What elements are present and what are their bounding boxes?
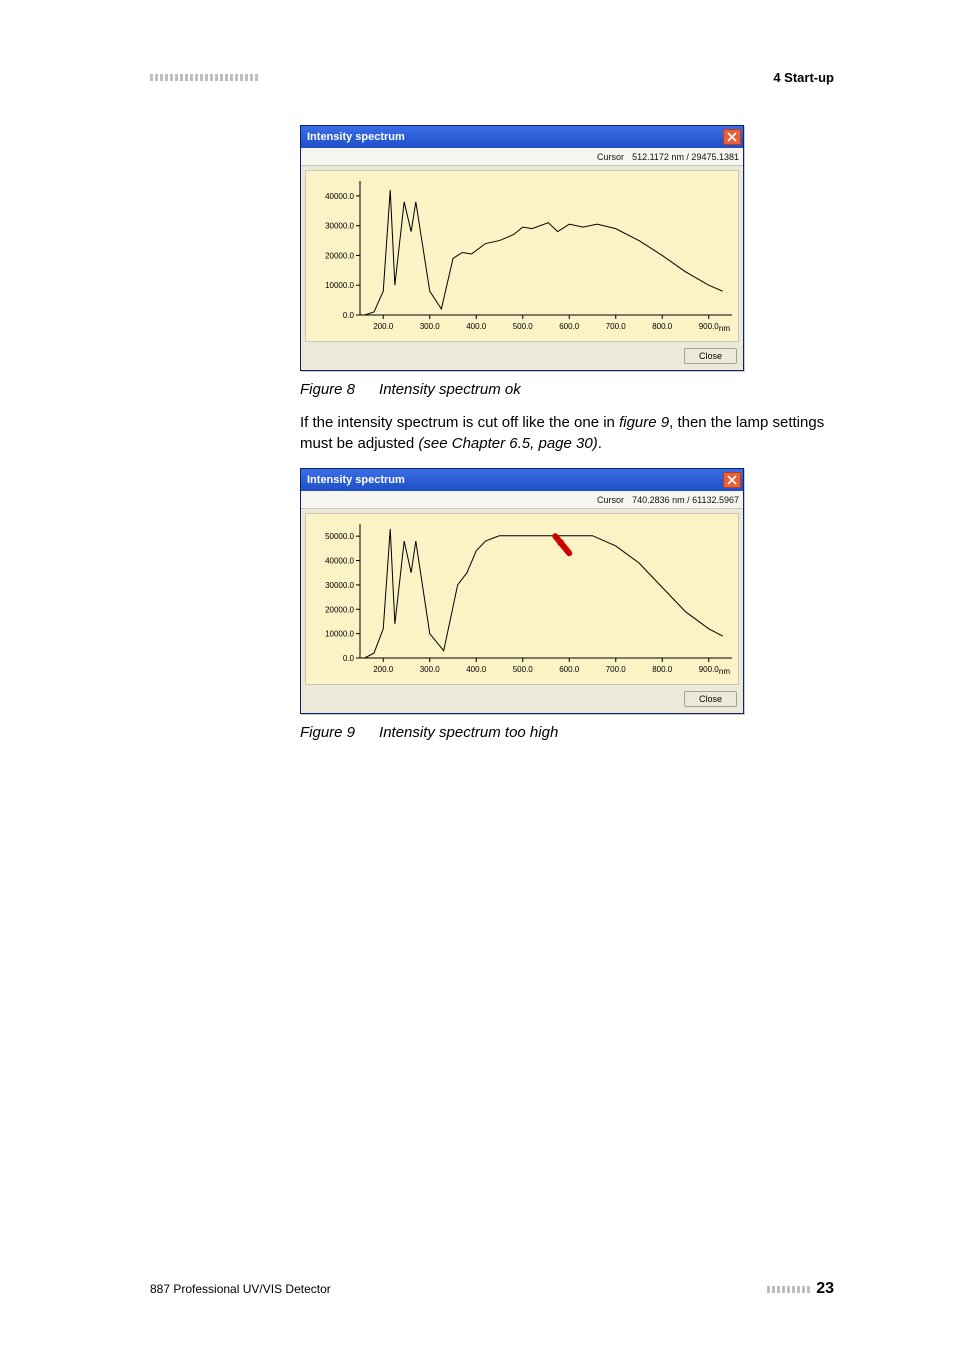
svg-text:50000.0: 50000.0 [325,532,354,541]
svg-text:500.0: 500.0 [513,322,534,331]
close-button[interactable]: Close [684,691,737,707]
svg-text:800.0: 800.0 [652,322,673,331]
paragraph-lamp-settings: If the intensity spectrum is cut off lik… [300,412,834,454]
svg-text:20000.0: 20000.0 [325,251,354,260]
window-title: Intensity spectrum [307,474,405,486]
svg-text:600.0: 600.0 [559,665,580,674]
close-icon[interactable] [723,129,741,145]
svg-text:40000.0: 40000.0 [325,192,354,201]
svg-text:30000.0: 30000.0 [325,222,354,231]
svg-text:nm: nm [719,667,730,676]
cursor-readout: Cursor 512.1172 nm / 29475.1381 [301,148,743,166]
svg-text:0.0: 0.0 [343,311,355,320]
svg-text:200.0: 200.0 [373,322,394,331]
svg-text:700.0: 700.0 [606,665,627,674]
window-intensity-spectrum-ok: Intensity spectrum Cursor 512.1172 nm / … [300,125,744,371]
figure-9-caption: Figure 9Intensity spectrum too high [300,724,834,741]
figure-9: Intensity spectrum Cursor 740.2836 nm / … [300,468,834,741]
titlebar: Intensity spectrum [301,126,743,148]
cursor-value: 512.1172 nm / 29475.1381 [632,152,739,162]
titlebar: Intensity spectrum [301,469,743,491]
page-number: 23 [767,1280,834,1298]
close-icon[interactable] [723,472,741,488]
cursor-label: Cursor [597,495,624,505]
svg-text:0.0: 0.0 [343,654,355,663]
svg-text:500.0: 500.0 [513,665,534,674]
svg-text:20000.0: 20000.0 [325,605,354,614]
svg-text:400.0: 400.0 [466,322,487,331]
svg-text:200.0: 200.0 [373,665,394,674]
svg-text:nm: nm [719,324,730,333]
cursor-label: Cursor [597,152,624,162]
button-row: Close [301,346,743,370]
header-dashes-left [150,74,258,81]
cursor-value: 740.2836 nm / 61132.5967 [632,495,739,505]
footer-dashes [767,1286,810,1293]
svg-text:800.0: 800.0 [652,665,673,674]
svg-text:40000.0: 40000.0 [325,557,354,566]
window-title: Intensity spectrum [307,131,405,143]
page-footer: 887 Professional UV/VIS Detector 23 [150,1280,834,1298]
svg-text:900.0: 900.0 [699,665,720,674]
window-intensity-spectrum-too-high: Intensity spectrum Cursor 740.2836 nm / … [300,468,744,714]
svg-text:300.0: 300.0 [420,322,441,331]
svg-text:10000.0: 10000.0 [325,281,354,290]
figure-8: Intensity spectrum Cursor 512.1172 nm / … [300,125,834,398]
close-button[interactable]: Close [684,348,737,364]
doc-title: 887 Professional UV/VIS Detector [150,1282,331,1296]
section-title: 4 Start-up [773,70,834,85]
figure-8-caption: Figure 8Intensity spectrum ok [300,381,834,398]
svg-text:600.0: 600.0 [559,322,580,331]
cursor-readout: Cursor 740.2836 nm / 61132.5967 [301,491,743,509]
button-row: Close [301,689,743,713]
svg-text:700.0: 700.0 [606,322,627,331]
svg-text:10000.0: 10000.0 [325,630,354,639]
page-header: 4 Start-up [150,70,834,85]
chart-fig9: 0.0 10000.0 20000.0 30000.0 40000.0 50000.0 2… [305,513,739,685]
chart-fig8: 0.0 10000.0 20000.0 30000.0 40000.0 200.0 300… [305,170,739,342]
svg-text:900.0: 900.0 [699,322,720,331]
svg-text:400.0: 400.0 [466,665,487,674]
svg-text:300.0: 300.0 [420,665,441,674]
svg-text:30000.0: 30000.0 [325,581,354,590]
